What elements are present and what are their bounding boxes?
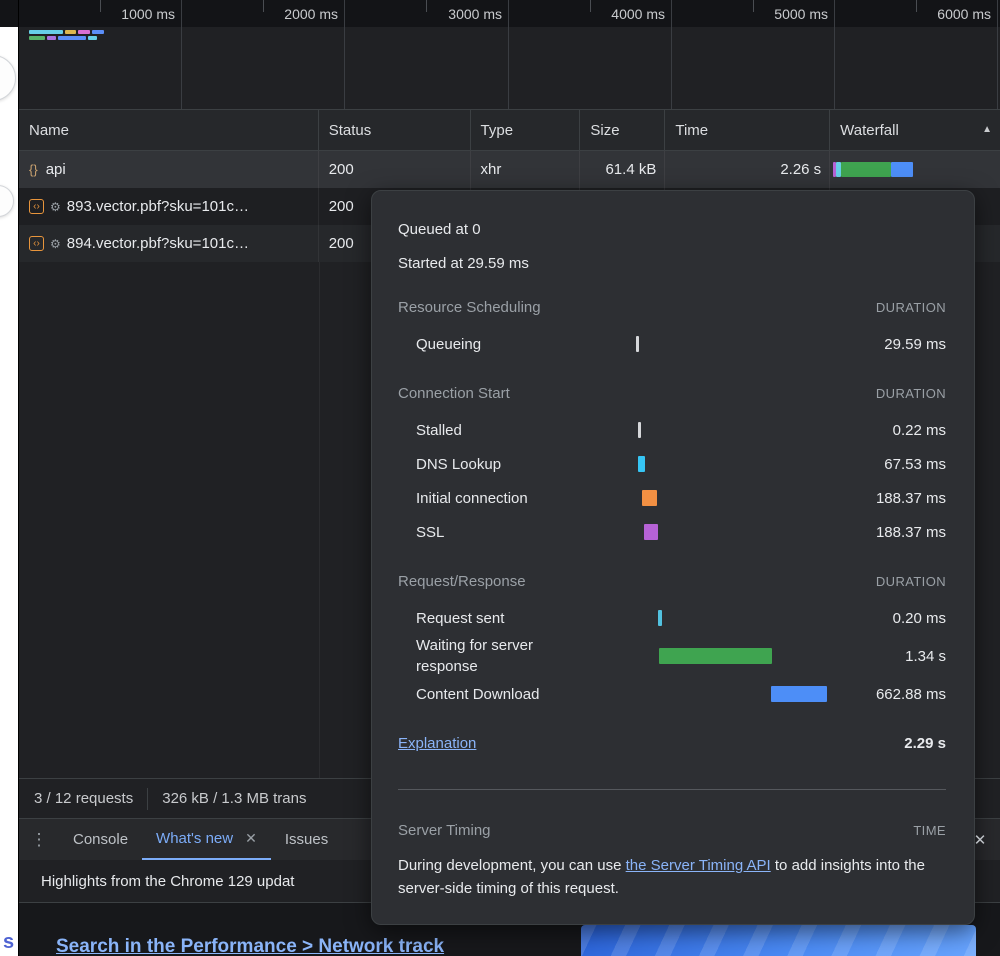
page-behind-text: s [3, 931, 15, 953]
column-header-type[interactable]: Type [471, 110, 581, 150]
queued-at-text: Queued at 0 [398, 221, 481, 238]
overview-request-bars [19, 0, 239, 50]
timing-row-ssl: SSL 188.37 ms [416, 523, 946, 541]
ruler-tick [590, 0, 591, 12]
duration-column-header: DURATION [875, 300, 946, 315]
tab-issues[interactable]: Issues [271, 819, 342, 860]
transferred-size: 326 kB / 1.3 MB trans [162, 790, 307, 807]
timing-row-content-download: Content Download 662.88 ms [416, 685, 946, 703]
article-thumbnail[interactable] [581, 925, 976, 956]
explanation-row: Explanation 2.29 s [398, 733, 946, 755]
initial-connection-bar [642, 490, 657, 506]
request-status: 200 [319, 151, 471, 188]
drawer-close-icon[interactable]: ✕ [970, 830, 990, 850]
explanation-link[interactable]: Explanation [398, 733, 476, 755]
section-resource-scheduling: Resource Scheduling DURATION [398, 297, 946, 319]
section-request-response: Request/Response DURATION [398, 571, 946, 593]
gear-icon: ⚙ [50, 199, 61, 214]
queueing-bar [636, 336, 639, 352]
waiting-for-server-bar [659, 648, 772, 664]
timing-row-queueing: Queueing 29.59 ms [416, 335, 946, 353]
request-name: 894.vector.pbf?sku=101c… [66, 235, 249, 252]
ruler-label: 5000 ms [774, 6, 828, 22]
request-name: 893.vector.pbf?sku=101c… [66, 198, 249, 215]
request-time: 2.26 s [665, 151, 831, 188]
xhr-braces-icon: {} [29, 162, 38, 177]
whats-new-article-link[interactable]: Search in the Performance > Network trac… [56, 936, 444, 956]
total-duration: 2.29 s [904, 735, 946, 752]
summary-divider [147, 787, 149, 810]
tab-close-icon[interactable]: ✕ [245, 830, 257, 847]
network-table-header: Name Status Type Size Time Waterfall ▲ [19, 110, 1000, 151]
stalled-bar [638, 422, 641, 438]
request-timing-popover: Queued at 0 Started at 29.59 ms Resource… [371, 190, 975, 925]
request-sent-bar [658, 610, 662, 626]
started-at-text: Started at 29.59 ms [398, 255, 529, 272]
tab-whats-new[interactable]: What's new ✕ [142, 819, 271, 860]
requests-count: 3 / 12 requests [34, 790, 134, 807]
kebab-menu-icon[interactable]: ⋮ [19, 819, 59, 860]
ruler-tick [263, 0, 264, 12]
sort-ascending-icon: ▲ [982, 124, 992, 135]
ruler-gridline [508, 0, 509, 109]
duration-column-header: DURATION [875, 574, 946, 589]
time-column-header: TIME [913, 823, 946, 838]
server-timing-api-link[interactable]: the Server Timing API [626, 857, 771, 874]
ssl-bar [644, 524, 658, 540]
request-name: api [45, 161, 66, 178]
ruler-gridline [997, 0, 998, 109]
ruler-gridline [834, 0, 835, 109]
dns-lookup-bar [638, 456, 645, 472]
gear-icon: ⚙ [50, 236, 61, 251]
column-header-waterfall[interactable]: Waterfall ▲ [830, 110, 1000, 150]
ruler-tick [916, 0, 917, 12]
request-row-api[interactable]: {} api 200 xhr 61.4 kB 2.26 s [19, 151, 1000, 188]
network-overview-timeline[interactable]: 1000 ms 2000 ms 3000 ms 4000 ms 5000 ms … [19, 0, 1000, 110]
code-file-icon: ‹› [29, 199, 44, 214]
page-behind-button [0, 55, 16, 101]
ruler-tick [426, 0, 427, 12]
duration-column-header: DURATION [875, 386, 946, 401]
page-behind-strip: s [0, 27, 18, 956]
ruler-label: 4000 ms [611, 6, 665, 22]
column-header-name[interactable]: Name [19, 110, 319, 150]
tab-console[interactable]: Console [59, 819, 142, 860]
timing-row-stalled: Stalled 0.22 ms [416, 421, 946, 439]
section-server-timing: Server Timing TIME [398, 820, 946, 842]
timing-row-waiting: Waiting for server response 1.34 s [416, 637, 946, 675]
request-size: 61.4 kB [580, 151, 666, 188]
devtools-network-panel: 1000 ms 2000 ms 3000 ms 4000 ms 5000 ms … [18, 0, 1000, 956]
ruler-gridline [344, 0, 345, 109]
ruler-corner [0, 0, 18, 27]
ruler-gridline [671, 0, 672, 109]
timing-row-initial-connection: Initial connection 188.37 ms [416, 489, 946, 507]
timing-row-dns-lookup: DNS Lookup 67.53 ms [416, 455, 946, 473]
screenshot-root: s 1000 ms 2000 ms 3000 ms 4000 ms 5000 m… [0, 0, 1000, 956]
section-connection-start: Connection Start DURATION [398, 383, 946, 405]
ruler-label: 6000 ms [937, 6, 991, 22]
page-behind-button [0, 185, 14, 217]
column-header-size[interactable]: Size [580, 110, 666, 150]
server-timing-description: During development, you can use the Serv… [398, 857, 925, 897]
ruler-label: 2000 ms [284, 6, 338, 22]
column-header-status[interactable]: Status [319, 110, 471, 150]
waterfall-bars[interactable] [830, 151, 1000, 188]
timing-row-request-sent: Request sent 0.20 ms [416, 609, 946, 627]
ruler-tick [753, 0, 754, 12]
column-header-time[interactable]: Time [665, 110, 831, 150]
request-type: xhr [471, 151, 581, 188]
popover-divider [398, 789, 946, 790]
ruler-label: 3000 ms [448, 6, 502, 22]
code-file-icon: ‹› [29, 236, 44, 251]
content-download-bar [771, 686, 827, 702]
